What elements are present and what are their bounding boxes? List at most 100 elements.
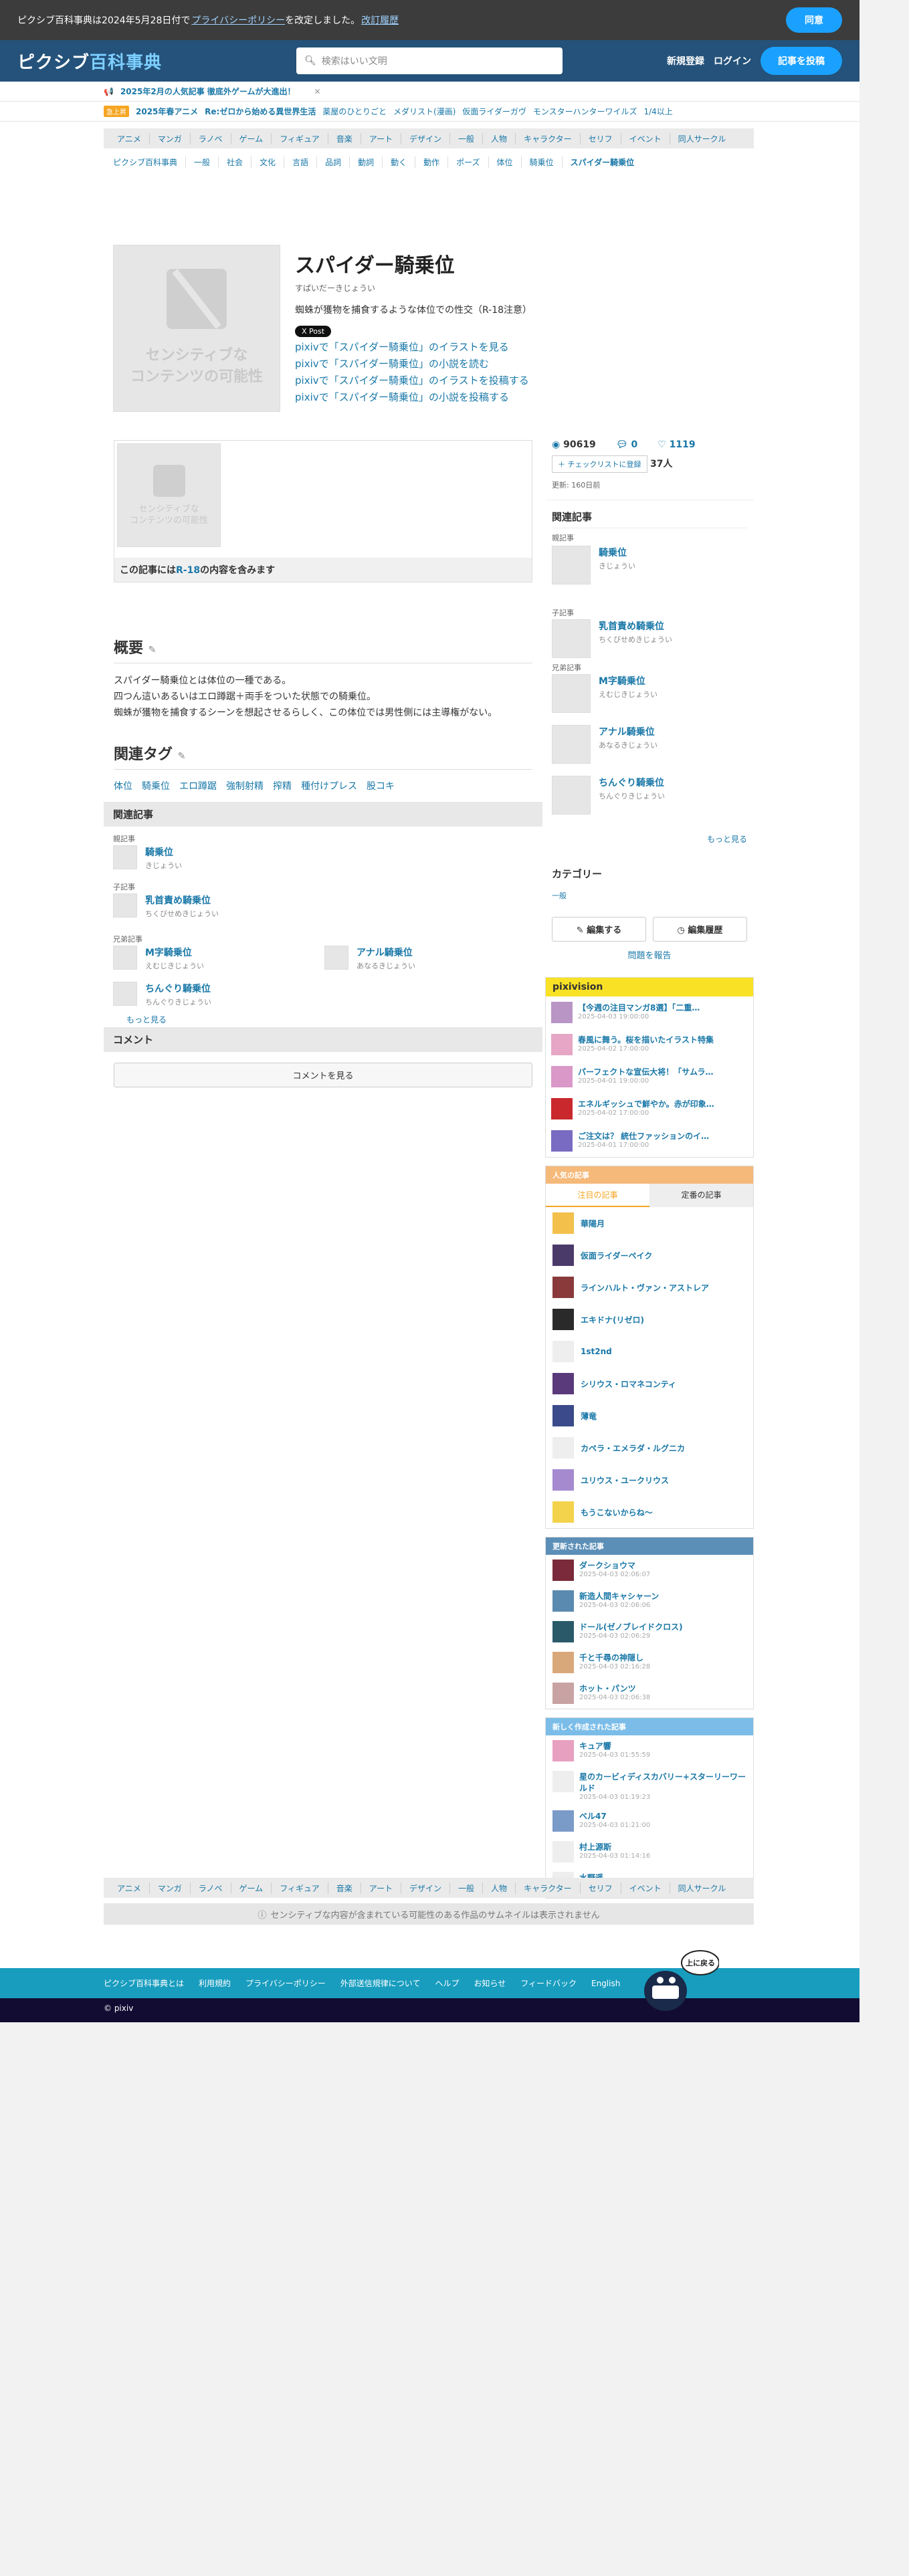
breadcrumb-item[interactable]: スパイダー騎乗位	[563, 156, 643, 168]
breadcrumb-item[interactable]: 動作	[415, 156, 449, 168]
tag-link[interactable]: 強制射精	[226, 779, 264, 792]
tab-standard[interactable]: 定番の記事	[649, 1184, 753, 1207]
category-link[interactable]: ゲーム	[231, 1882, 272, 1894]
back-to-top-mascot[interactable]: 上に戻る	[639, 1943, 719, 2016]
agree-button[interactable]: 同意	[786, 7, 842, 33]
breadcrumb-item[interactable]: ピクシブ百科事典	[104, 156, 187, 168]
category-link[interactable]: ラノベ	[191, 132, 231, 144]
pixivision-item[interactable]: 春風に舞う。桜を描いたイラスト特集 2025-04-02 17:00:00	[546, 1029, 753, 1061]
article-item[interactable]: ホット・パンツ 2025-04-03 02:06:38	[546, 1678, 753, 1709]
footer-link[interactable]: お知らせ	[474, 1977, 506, 1989]
pixiv-link[interactable]: pixivで「スパイダー騎乗位」の小説を投稿する	[295, 390, 532, 404]
footer-link[interactable]: 外部送信規律について	[340, 1977, 421, 1989]
ranking-item[interactable]: 仮面ライダーペイク	[546, 1239, 753, 1271]
category-link[interactable]: 同人サークル	[670, 133, 734, 144]
category-link[interactable]: マンガ	[150, 1882, 191, 1894]
article-item[interactable]: 新造人間キャシャーン 2025-04-03 02:06:06	[546, 1586, 753, 1616]
footer-link[interactable]: プライバシーポリシー	[245, 1977, 326, 1989]
pencil-icon[interactable]: ✎	[178, 751, 186, 762]
article-item[interactable]: ベル47 2025-04-03 01:21:00	[546, 1806, 753, 1836]
edit-button[interactable]: ✎ 編集する	[552, 917, 646, 942]
ranking-item[interactable]: 1st2nd	[546, 1335, 753, 1368]
related-item[interactable]: M字騎乗位 えむじきじょうい	[552, 674, 658, 713]
breadcrumb-item[interactable]: 文化	[251, 156, 285, 168]
trend-item[interactable]: 1/4以上	[643, 106, 672, 117]
category-link[interactable]: キャラクター	[516, 132, 581, 144]
related-item[interactable]: M字騎乗位 えむじきじょうい	[113, 946, 204, 971]
tag-link[interactable]: 搾精	[273, 779, 292, 792]
category-link[interactable]: 一般	[552, 890, 747, 901]
breadcrumb-item[interactable]: 体位	[489, 156, 522, 168]
category-link[interactable]: アート	[361, 132, 402, 144]
pencil-icon[interactable]: ✎	[148, 645, 157, 655]
pixiv-link[interactable]: pixivで「スパイダー騎乗位」の小説を読む	[295, 356, 532, 370]
related-item[interactable]: 乳首責め騎乗位 ちくびせめきじょうい	[113, 893, 219, 919]
footer-link[interactable]: ピクシブ百科事典とは	[104, 1977, 184, 1989]
more-link[interactable]: もっと見る	[707, 833, 747, 845]
category-link[interactable]: セリフ	[581, 132, 621, 144]
trend-item[interactable]: 薬屋のひとりごと	[322, 106, 387, 117]
search-input[interactable]: 🔍︎ 検索はいい文明	[296, 47, 563, 74]
article-item[interactable]: 村上源斯 2025-04-03 01:14:16	[546, 1836, 753, 1867]
category-link[interactable]: イベント	[621, 132, 670, 144]
related-item[interactable]: 乳首責め騎乗位 ちくびせめきじょうい	[552, 619, 672, 658]
trend-item[interactable]: モンスターハンターワイルズ	[533, 106, 637, 117]
news-link[interactable]: 2025年2月の人気記事 徹底外ゲームが大進出！	[120, 86, 296, 97]
footer-link[interactable]: 利用規約	[199, 1977, 231, 1989]
ranking-item[interactable]: シリウス・ロマネコンティ	[546, 1368, 753, 1400]
article-item[interactable]: キュア響 2025-04-03 01:55:59	[546, 1735, 753, 1766]
category-link[interactable]: 人物	[483, 1882, 516, 1894]
related-item[interactable]: アナル騎乗位 あなるきじょうい	[324, 946, 415, 971]
checklist-button[interactable]: ＋ チェックリストに登録	[552, 455, 647, 473]
category-link[interactable]: 一般	[450, 1882, 484, 1894]
pixiv-link[interactable]: pixivで「スパイダー騎乗位」のイラストを見る	[295, 340, 532, 354]
trend-item[interactable]: メダリスト(漫画)	[393, 106, 456, 117]
ranking-item[interactable]: もうこないからね～	[546, 1496, 753, 1528]
tag-link[interactable]: エロ蹲踞	[179, 779, 217, 792]
article-item[interactable]: ダークショウマ 2025-04-03 02:06:07	[546, 1555, 753, 1586]
article-item[interactable]: 星のカービィディスカバリー+スターリーワールド 2025-04-03 01:19:…	[546, 1766, 753, 1806]
trend-item[interactable]: 仮面ライダーガヴ	[462, 106, 526, 117]
ranking-item[interactable]: 華陽月	[546, 1207, 753, 1239]
tag-link[interactable]: 種付けプレス	[301, 779, 357, 792]
breadcrumb-item[interactable]: 騎乗位	[522, 156, 563, 168]
footer-link[interactable]: ヘルプ	[435, 1977, 459, 1989]
login-link[interactable]: ログイン	[714, 54, 751, 68]
related-item[interactable]: 騎乗位 きじょうい	[113, 845, 182, 871]
related-item[interactable]: 騎乗位 きじょうい	[552, 546, 635, 584]
ranking-item[interactable]: ユリウス・ユークリウス	[546, 1464, 753, 1496]
category-link[interactable]: 一般	[450, 132, 484, 144]
register-link[interactable]: 新規登録	[667, 54, 704, 68]
related-item[interactable]: ちんぐり騎乗位 ちんぐりきじょうい	[552, 776, 665, 815]
article-item[interactable]: 千と千尋の神隠し 2025-04-03 02:16:28	[546, 1647, 753, 1678]
breadcrumb-item[interactable]: ポーズ	[448, 156, 489, 168]
privacy-link[interactable]: プライバシーポリシー	[191, 13, 285, 27]
pixivision-logo[interactable]: pixivision	[546, 978, 753, 996]
history-button[interactable]: ◷ 編集履歴	[653, 917, 747, 942]
breadcrumb-item[interactable]: 社会	[219, 156, 252, 168]
category-link[interactable]: デザイン	[401, 132, 451, 144]
history-link[interactable]: 改訂履歴	[361, 13, 399, 27]
pixiv-link[interactable]: pixivで「スパイダー騎乗位」のイラストを投稿する	[295, 373, 532, 387]
related-item[interactable]: アナル騎乗位 あなるきじょうい	[552, 725, 658, 764]
post-article-button[interactable]: 記事を投稿	[761, 47, 842, 75]
ranking-item[interactable]: ラインハルト・ヴァン・アストレア	[546, 1271, 753, 1303]
x-post-button[interactable]: X Post	[295, 326, 332, 337]
category-link[interactable]: 人物	[483, 132, 516, 144]
footer-link[interactable]: フィードバック	[520, 1977, 577, 1989]
article-item[interactable]: ドール(ゼノブレイドクロス) 2025-04-03 02:06:29	[546, 1616, 753, 1647]
category-link[interactable]: ゲーム	[231, 132, 272, 144]
category-link[interactable]: セリフ	[581, 1882, 621, 1894]
ranking-item[interactable]: エキドナ(リゼロ)	[546, 1303, 753, 1335]
category-link[interactable]: イベント	[621, 1882, 670, 1894]
ranking-item[interactable]: 薄竜	[546, 1400, 753, 1432]
category-link[interactable]: アニメ	[109, 1882, 150, 1894]
category-link[interactable]: 同人サークル	[670, 1883, 734, 1894]
footer-link[interactable]: English	[591, 1979, 620, 1988]
pixivision-item[interactable]: パーフェクトな宣伝大将！「サムラ… 2025-04-01 19:00:00	[546, 1061, 753, 1093]
category-link[interactable]: キャラクター	[516, 1882, 581, 1894]
breadcrumb-item[interactable]: 一般	[186, 156, 219, 168]
tag-link[interactable]: 騎乗位	[142, 779, 170, 792]
category-link[interactable]: アニメ	[109, 132, 150, 144]
category-link[interactable]: デザイン	[401, 1882, 451, 1894]
